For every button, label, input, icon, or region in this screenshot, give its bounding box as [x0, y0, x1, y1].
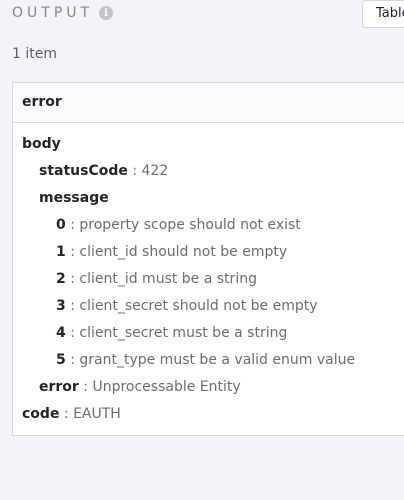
output-panel: OUTPUT i Table 1 item error body statusC…: [0, 0, 404, 500]
tree-separator: :: [70, 244, 75, 260]
card-title: error: [13, 83, 404, 123]
table-view-button[interactable]: Table: [362, 0, 404, 28]
output-title: OUTPUT: [12, 5, 94, 21]
tree-key: 0: [56, 217, 66, 233]
tree-separator: :: [70, 271, 75, 287]
tree-value: client_secret must be a string: [79, 325, 288, 341]
output-card: error body statusCode : 422 message 0 : …: [12, 82, 404, 436]
tree-key: message: [39, 190, 109, 206]
tree-key: body: [22, 136, 61, 152]
tree-node-message-item: 5 : grant_type must be a valid enum valu…: [56, 351, 355, 369]
tree-key: 1: [56, 244, 66, 260]
tree-separator: :: [70, 352, 75, 368]
tree-key: 4: [56, 325, 66, 341]
tree-value: Unprocessable Entity: [92, 379, 241, 395]
tree-value: grant_type must be a valid enum value: [79, 352, 356, 368]
tree-key: 2: [56, 271, 66, 287]
tree-node-message-item: 4 : client_secret must be a string: [56, 324, 287, 342]
tree-node-message-item: 1 : client_id should not be empty: [56, 243, 287, 261]
tree-value: client_secret should not be empty: [79, 298, 318, 314]
output-header: OUTPUT i: [12, 3, 114, 23]
tree-value: 422: [141, 163, 169, 179]
tree-key: code: [22, 406, 60, 422]
tree-key: 5: [56, 352, 66, 368]
tree-node-message-item: 0 : property scope should not exist: [56, 216, 301, 234]
tree-key: error: [39, 379, 79, 395]
tree-separator: :: [83, 379, 88, 395]
tree-separator: :: [70, 298, 75, 314]
tree-value: client_id should not be empty: [79, 244, 288, 260]
tree-separator: :: [70, 325, 75, 341]
tree-node-body[interactable]: body: [22, 135, 61, 153]
tree-separator: :: [132, 163, 138, 179]
tree-node-statuscode: statusCode : 422: [39, 162, 168, 180]
tree-node-message[interactable]: message: [39, 189, 109, 207]
tree-separator: :: [70, 217, 75, 233]
tree-node-message-item: 2 : client_id must be a string: [56, 270, 257, 288]
tree-key: 3: [56, 298, 66, 314]
tree-node-message-item: 3 : client_secret should not be empty: [56, 297, 318, 315]
item-count: 1 item: [12, 46, 57, 62]
tree-node-code: code : EAUTH: [22, 405, 121, 423]
tree-node-error: error : Unprocessable Entity: [39, 378, 241, 396]
tree-separator: :: [63, 406, 69, 422]
tree-value: client_id must be a string: [79, 271, 257, 287]
info-icon[interactable]: i: [99, 6, 114, 20]
tree-key: statusCode: [39, 163, 128, 179]
tree-value: property scope should not exist: [79, 217, 301, 233]
tree-value: EAUTH: [73, 406, 121, 422]
